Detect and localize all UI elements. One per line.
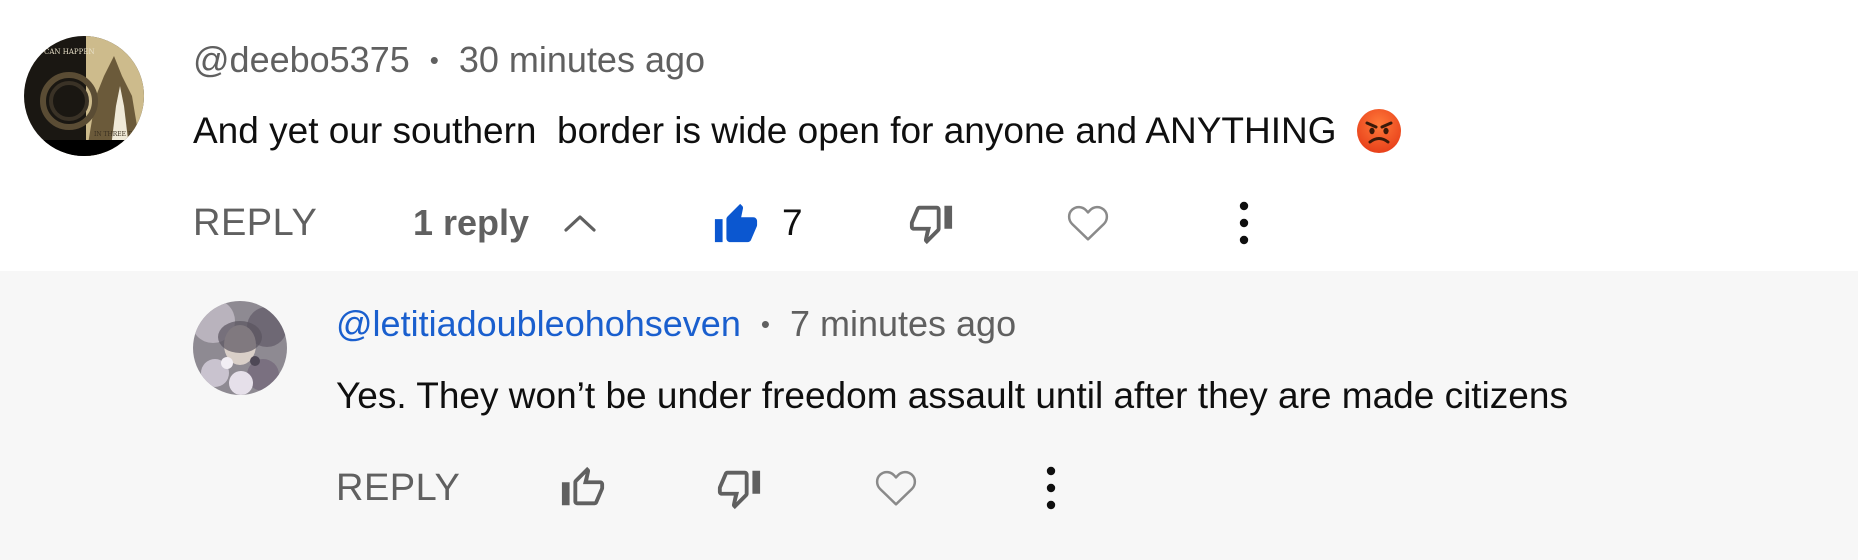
angry-emoji-icon bbox=[1355, 107, 1403, 155]
reply-button[interactable]: REPLY bbox=[336, 461, 460, 515]
like-button[interactable] bbox=[712, 198, 760, 248]
reply-button[interactable]: REPLY bbox=[193, 196, 317, 250]
reply-comment: @letitiadoubleohohseven • 7 minutes ago … bbox=[0, 271, 1858, 560]
heart-outline-icon bbox=[1064, 200, 1112, 246]
reply-text: Yes. They won’t be under freedom assault… bbox=[336, 375, 1568, 416]
heart-outline-icon bbox=[872, 465, 920, 511]
avatar[interactable]: CAN HAPPEN IN THREE DA bbox=[24, 36, 144, 156]
vertical-dots-icon bbox=[1046, 466, 1056, 510]
comment-body: And yet our southern border is wide open… bbox=[193, 110, 1337, 151]
avatar-caption-top: CAN HAPPEN bbox=[44, 48, 95, 56]
reply-author[interactable]: @letitiadoubleohohseven bbox=[336, 303, 741, 345]
comment-text: And yet our southern border is wide open… bbox=[193, 104, 1403, 158]
comment-timestamp[interactable]: 30 minutes ago bbox=[459, 39, 705, 81]
toggle-replies-button[interactable]: 1 reply bbox=[413, 196, 597, 250]
more-options-button[interactable] bbox=[1230, 198, 1258, 248]
avatar-caption-bottom: IN THREE DA bbox=[94, 131, 138, 138]
reply-timestamp[interactable]: 7 minutes ago bbox=[790, 303, 1016, 345]
thumbs-down-icon bbox=[908, 200, 954, 246]
heart-button[interactable] bbox=[872, 463, 920, 513]
comment-meta: @deebo5375 • 30 minutes ago bbox=[193, 34, 705, 86]
thumbs-up-filled-icon bbox=[713, 200, 759, 246]
thumbs-up-icon bbox=[560, 465, 606, 511]
comment-thread: CAN HAPPEN IN THREE DA @deebo5375 • 30 m… bbox=[0, 0, 1858, 271]
replies-count-label: 1 reply bbox=[413, 202, 530, 243]
reply-avatar[interactable] bbox=[193, 301, 287, 395]
meta-separator: • bbox=[760, 308, 770, 339]
dislike-button[interactable] bbox=[908, 199, 954, 247]
thumbs-down-icon bbox=[716, 465, 762, 511]
heart-button[interactable] bbox=[1064, 198, 1112, 248]
dislike-button[interactable] bbox=[716, 464, 762, 512]
meta-separator: • bbox=[429, 44, 439, 75]
more-options-button[interactable] bbox=[1037, 463, 1065, 513]
reply-meta: @letitiadoubleohohseven • 7 minutes ago bbox=[336, 298, 1016, 350]
like-count: 7 bbox=[782, 202, 803, 243]
comment-author[interactable]: @deebo5375 bbox=[193, 39, 410, 81]
vertical-dots-icon bbox=[1239, 201, 1249, 245]
like-button[interactable] bbox=[560, 464, 606, 512]
chevron-up-icon bbox=[563, 213, 597, 233]
